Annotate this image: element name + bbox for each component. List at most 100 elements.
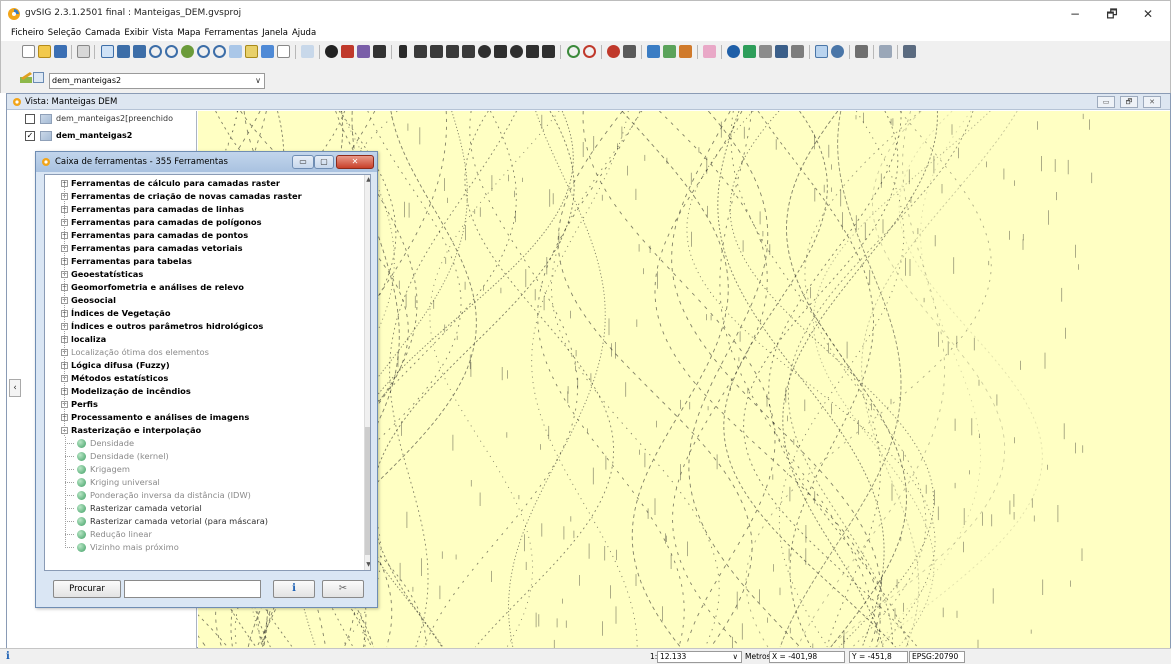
view-restore-button[interactable]: 🗗 — [1120, 96, 1138, 108]
document-view-icon[interactable] — [815, 45, 828, 58]
toolbox-tool-item[interactable]: Redução linear — [45, 528, 363, 541]
export-icon[interactable] — [679, 45, 692, 58]
toolbox-group-item[interactable]: −Rasterização e interpolação — [45, 424, 363, 437]
scale-select[interactable]: 12.133 ∨ — [657, 651, 742, 663]
zoom-previous-icon[interactable] — [197, 45, 210, 58]
toolbox-group-item[interactable]: +Ferramentas para camadas de polígonos — [45, 216, 363, 229]
layer-visibility-checkbox[interactable] — [25, 114, 35, 124]
search-button[interactable]: Procurar — [53, 580, 121, 598]
search-icon[interactable] — [831, 45, 844, 58]
new-project-icon[interactable] — [22, 45, 35, 58]
maximize-window-button[interactable]: 🗗 — [1097, 4, 1127, 24]
toc-scroll-left-button[interactable]: ‹ — [9, 379, 21, 397]
toolbox-tool-item[interactable]: Kriging universal — [45, 476, 363, 489]
database-icon[interactable] — [775, 45, 788, 58]
toolbox-group-item[interactable]: +localiza — [45, 333, 363, 346]
open-project-icon[interactable] — [38, 45, 51, 58]
area-icon[interactable] — [373, 45, 386, 58]
menu-camada[interactable]: Camada — [83, 27, 122, 38]
settings-icon[interactable] — [759, 45, 772, 58]
search-input[interactable] — [124, 580, 261, 598]
select-rectangle-icon[interactable] — [414, 45, 427, 58]
hyperlink-icon[interactable] — [341, 45, 354, 58]
full-extent-icon[interactable] — [101, 45, 114, 58]
menu-ajuda[interactable]: Ajuda — [290, 27, 318, 38]
save-project-icon[interactable] — [54, 45, 67, 58]
toolbox-tool-item[interactable]: Krigagem — [45, 463, 363, 476]
toolbox-maximize-button[interactable]: ▢ — [314, 155, 334, 169]
locator-icon[interactable] — [277, 45, 290, 58]
toolbox-group-item[interactable]: +Ferramentas de criação de novas camadas… — [45, 190, 363, 203]
toolbox-group-item[interactable]: +Índices de Vegetação — [45, 307, 363, 320]
scripting-icon[interactable] — [623, 45, 636, 58]
toolbox-group-item[interactable]: +Perfis — [45, 398, 363, 411]
close-window-button[interactable]: ✕ — [1133, 4, 1163, 24]
toolbox-group-item[interactable]: +Ferramentas de cálculo para camadas ras… — [45, 177, 363, 190]
toolbox-group-item[interactable]: +Lógica difusa (Fuzzy) — [45, 359, 363, 372]
select-circle-icon[interactable] — [462, 45, 475, 58]
toolbox-tool-item[interactable]: Rasterizar camada vetorial (para máscara… — [45, 515, 363, 528]
menu-exibir[interactable]: Exibir — [122, 27, 150, 38]
active-layer-select[interactable]: dem_manteigas2 ∨ — [49, 73, 265, 89]
zoom-out-icon[interactable] — [165, 45, 178, 58]
report-icon[interactable] — [903, 45, 916, 58]
toolbox-group-item[interactable]: +Geomorfometria e análises de relevo — [45, 281, 363, 294]
toolbox-group-item[interactable]: +Modelização de incêndios — [45, 385, 363, 398]
toolbox-tool-item[interactable]: Densidade — [45, 437, 363, 450]
layer-visibility-checkbox[interactable]: ✓ — [25, 131, 35, 141]
menu-selecao[interactable]: Seleção — [46, 27, 83, 38]
toolbox-icon[interactable] — [703, 45, 716, 58]
info-button[interactable]: i — [273, 580, 315, 598]
select-all-icon[interactable] — [510, 45, 523, 58]
zoom-in-icon[interactable] — [149, 45, 162, 58]
information-icon[interactable] — [325, 45, 338, 58]
select-attribute-icon[interactable] — [494, 45, 507, 58]
measure-icon[interactable] — [301, 45, 314, 58]
zoom-back-icon[interactable] — [229, 45, 242, 58]
edit-layer-icon[interactable] — [19, 70, 33, 84]
chart-icon[interactable] — [879, 45, 892, 58]
globe-icon[interactable] — [727, 45, 740, 58]
toolbox-group-item[interactable]: +Ferramentas para camadas de linhas — [45, 203, 363, 216]
minimize-window-button[interactable]: − — [1060, 4, 1090, 24]
toolbox-group-item[interactable]: +Ferramentas para tabelas — [45, 255, 363, 268]
target-icon[interactable] — [583, 45, 596, 58]
zoom-layer-icon[interactable] — [133, 45, 146, 58]
toolbox-minimize-button[interactable]: ▭ — [292, 155, 314, 169]
layer-properties-icon[interactable] — [33, 72, 44, 83]
scroll-up-icon[interactable]: ▲ — [365, 175, 370, 185]
alert-icon[interactable] — [607, 45, 620, 58]
distance-icon[interactable] — [357, 45, 370, 58]
toolbox-group-item[interactable]: +Localização ótima dos elementos — [45, 346, 363, 359]
select-polyline-icon[interactable] — [446, 45, 459, 58]
select-buffer-icon[interactable] — [478, 45, 491, 58]
toolbox-tool-item[interactable]: Rasterizar camada vetorial — [45, 502, 363, 515]
toolbox-group-item[interactable]: +Geosocial — [45, 294, 363, 307]
view-minimize-button[interactable]: ▭ — [1097, 96, 1115, 108]
pan-icon[interactable] — [181, 45, 194, 58]
toolbox-group-item[interactable]: +Geoestatísticas — [45, 268, 363, 281]
menu-ferramentas[interactable]: Ferramentas — [203, 27, 261, 38]
print-icon[interactable] — [77, 45, 90, 58]
toolbox-tree-scrollbar[interactable]: ▲ ▼ — [364, 175, 370, 570]
tools-button[interactable]: ✂ — [322, 580, 364, 598]
toolbox-tool-item[interactable]: Densidade (kernel) — [45, 450, 363, 463]
toolbox-group-item[interactable]: +Ferramentas para camadas de pontos — [45, 229, 363, 242]
zoom-next-icon[interactable] — [213, 45, 226, 58]
add-layer-icon[interactable] — [647, 45, 660, 58]
scrollbar-thumb[interactable] — [365, 427, 370, 555]
toolbox-group-item[interactable]: +Índices e outros parâmetros hidrológico… — [45, 320, 363, 333]
table-icon[interactable] — [791, 45, 804, 58]
grid-icon[interactable] — [743, 45, 756, 58]
menu-ficheiro[interactable]: Ficheiro — [9, 27, 46, 38]
menu-vista[interactable]: Vista — [150, 27, 175, 38]
refresh-icon[interactable] — [261, 45, 274, 58]
toolbox-group-item[interactable]: +Ferramentas para camadas vetoriais — [45, 242, 363, 255]
geoprocess-icon[interactable] — [567, 45, 580, 58]
menu-mapa[interactable]: Mapa — [175, 27, 202, 38]
raster-icon[interactable] — [663, 45, 676, 58]
menu-janela[interactable]: Janela — [260, 27, 290, 38]
toolbox-close-button[interactable]: ✕ — [336, 155, 374, 169]
toolbox-tool-item[interactable]: Ponderação inversa da distância (IDW) — [45, 489, 363, 502]
invert-selection-icon[interactable] — [526, 45, 539, 58]
